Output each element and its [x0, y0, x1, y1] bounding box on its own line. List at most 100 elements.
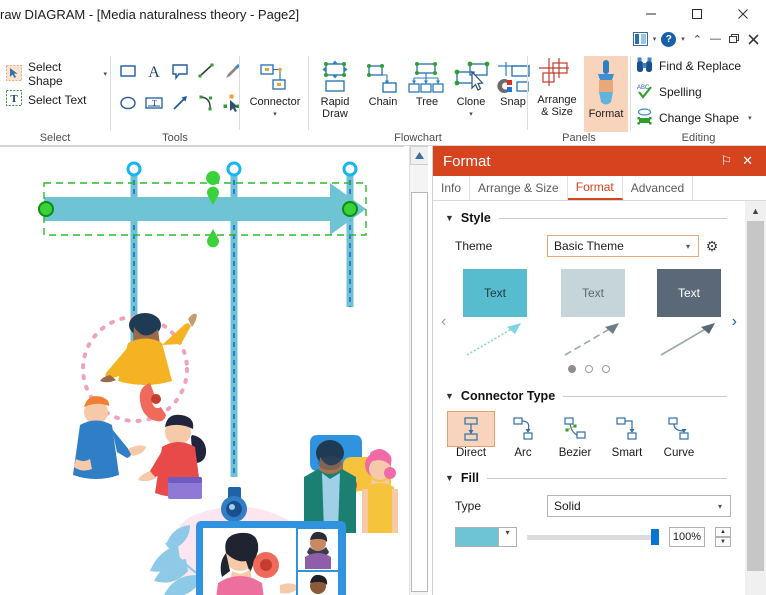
theme-prev-button[interactable]: ‹: [441, 313, 446, 331]
connector-type-bezier[interactable]: Bezier: [551, 411, 599, 459]
textbox-tool-icon[interactable]: T: [143, 92, 165, 117]
spelling-icon: ABC: [636, 82, 653, 102]
connector-type-options: Direct Arc Bezier Smart Curve: [433, 403, 745, 459]
fill-opacity-value[interactable]: 100%: [669, 527, 705, 547]
theme-next-button[interactable]: ›: [732, 313, 737, 331]
arrow-tool-icon[interactable]: [169, 92, 191, 117]
fill-type-label: Type: [455, 499, 482, 513]
connector-type-curve[interactable]: Curve: [655, 411, 703, 459]
arrange-size-button[interactable]: Arrange & Size: [532, 56, 582, 118]
fill-color-picker[interactable]: ▾: [455, 527, 517, 547]
ribbon-group-flowchart: Rapid Draw Chain Tree Clone ▾ Snap Flowc…: [309, 50, 530, 146]
document-restore-icon[interactable]: [726, 30, 743, 48]
rapid-draw-button[interactable]: Rapid Draw: [311, 58, 359, 120]
chain-button[interactable]: Chain: [361, 58, 405, 108]
fill-collapse-icon[interactable]: ▼: [445, 473, 454, 483]
theme-card-0[interactable]: Text: [463, 269, 527, 364]
canvas-scroll-up-button[interactable]: [410, 146, 429, 165]
clone-caret-icon[interactable]: ▾: [449, 109, 493, 121]
collapse-ribbon-icon[interactable]: ⌃: [690, 30, 705, 48]
style-section-header[interactable]: ▼ Style: [433, 201, 745, 225]
close-button[interactable]: [720, 0, 766, 28]
clone-button[interactable]: Clone ▾: [449, 58, 493, 121]
tabs-filler: [693, 176, 766, 200]
fill-type-value: Solid: [554, 499, 581, 513]
theme-card-1[interactable]: Text: [561, 269, 625, 364]
svg-text:A: A: [148, 64, 160, 81]
theme-page-dot-0[interactable]: [568, 365, 576, 373]
ribbon-toolbar: Select Shape ▾ T Select Text Select A T …: [0, 50, 766, 146]
fill-opacity-slider[interactable]: [527, 527, 659, 547]
tree-button[interactable]: Tree: [405, 58, 449, 108]
format-panel-scroll-thumb[interactable]: [747, 221, 764, 571]
theme-card-2[interactable]: Text: [657, 269, 721, 364]
tab-arrange-size[interactable]: Arrange & Size: [470, 176, 568, 200]
theme-page-dot-1[interactable]: [585, 365, 593, 373]
theme-select[interactable]: Basic Theme ▾: [547, 235, 699, 257]
fill-type-select[interactable]: Solid ▾: [547, 495, 731, 517]
theme-page-dot-2[interactable]: [602, 365, 610, 373]
spelling-button[interactable]: ABC Spelling: [636, 82, 702, 102]
maximize-button[interactable]: [674, 0, 720, 28]
gear-icon[interactable]: ⚙: [699, 238, 725, 255]
tab-info[interactable]: Info: [433, 176, 471, 200]
fill-color-swatch[interactable]: [456, 528, 498, 546]
chevron-down-icon[interactable]: ▾: [498, 528, 516, 546]
stepper-up-icon[interactable]: ▲: [715, 527, 731, 537]
tab-format[interactable]: Format: [567, 176, 623, 200]
connector-type-smart[interactable]: Smart: [603, 411, 651, 459]
title-bar: raw DIAGRAM - [Media naturalness theory …: [0, 0, 766, 28]
pin-icon[interactable]: ⚐: [715, 153, 737, 169]
ribbon-group-label-select: Select: [39, 132, 71, 144]
select-text-button[interactable]: T Select Text: [6, 90, 86, 109]
style-collapse-icon[interactable]: ▼: [445, 213, 454, 223]
find-replace-button[interactable]: Find & Replace: [636, 56, 741, 76]
format-panel-close-icon[interactable]: ✕: [737, 153, 758, 169]
stepper-down-icon[interactable]: ▼: [715, 537, 731, 547]
document-close-icon[interactable]: [745, 30, 762, 48]
curve-tool-icon[interactable]: [195, 92, 217, 117]
format-panel-button[interactable]: Format: [584, 56, 628, 132]
select-shape-button[interactable]: Select Shape ▾: [6, 60, 110, 88]
style-section-title: Style: [460, 211, 491, 225]
canvas-drawing[interactable]: [0, 147, 404, 595]
help-icon[interactable]: ?: [661, 30, 677, 48]
connector-type-arc[interactable]: Arc: [499, 411, 547, 459]
minimize-button[interactable]: [628, 0, 674, 28]
fill-opacity-stepper[interactable]: ▲ ▼: [715, 527, 731, 547]
help-caret-icon[interactable]: ▾: [678, 30, 688, 48]
tools-row-2: T: [117, 92, 243, 117]
ellipse-tool-icon[interactable]: [117, 92, 139, 117]
fill-color-row: ▾ 100% ▲ ▼: [433, 517, 745, 547]
select-shape-caret-icon[interactable]: ▾: [100, 70, 110, 78]
slider-fill: [527, 534, 659, 540]
chevron-down-icon[interactable]: ▾: [678, 242, 698, 251]
slider-thumb[interactable]: [651, 529, 659, 545]
diagram-canvas[interactable]: [0, 146, 404, 595]
connector-button[interactable]: Connector ▾: [246, 58, 304, 121]
connector-caret-icon[interactable]: ▾: [246, 109, 304, 121]
format-panel-scroll-up-button[interactable]: ▲: [745, 201, 766, 221]
canvas-vertical-scrollbar[interactable]: [409, 146, 429, 595]
connector-type-collapse-icon[interactable]: ▼: [445, 391, 454, 401]
format-panel-title: Format: [443, 152, 491, 170]
document-minimize-icon[interactable]: —: [707, 30, 724, 48]
change-shape-button[interactable]: Change Shape ▾: [636, 108, 755, 128]
format-panel-scrollbar[interactable]: ▲: [745, 201, 766, 595]
connector-type-direct[interactable]: Direct: [447, 411, 495, 459]
connector-type-section-header[interactable]: ▼ Connector Type: [433, 385, 745, 403]
chevron-down-icon[interactable]: ▾: [710, 502, 730, 511]
rectangle-tool-icon[interactable]: [117, 60, 139, 85]
panel-layout-icon[interactable]: [632, 30, 648, 48]
callout-tool-icon[interactable]: [169, 60, 191, 85]
text-tool-icon[interactable]: A: [143, 60, 165, 85]
line-tool-icon[interactable]: [195, 60, 217, 85]
panel-layout-caret-icon[interactable]: ▾: [650, 30, 660, 48]
svg-text:T: T: [10, 93, 18, 105]
arrow-shape: [44, 183, 366, 235]
fill-section-header[interactable]: ▼ Fill: [433, 459, 745, 485]
canvas-scroll-thumb[interactable]: [411, 192, 428, 592]
change-shape-caret-icon[interactable]: ▾: [745, 114, 755, 122]
scroll-up-icon: [415, 152, 424, 159]
tab-advanced[interactable]: Advanced: [623, 176, 694, 200]
